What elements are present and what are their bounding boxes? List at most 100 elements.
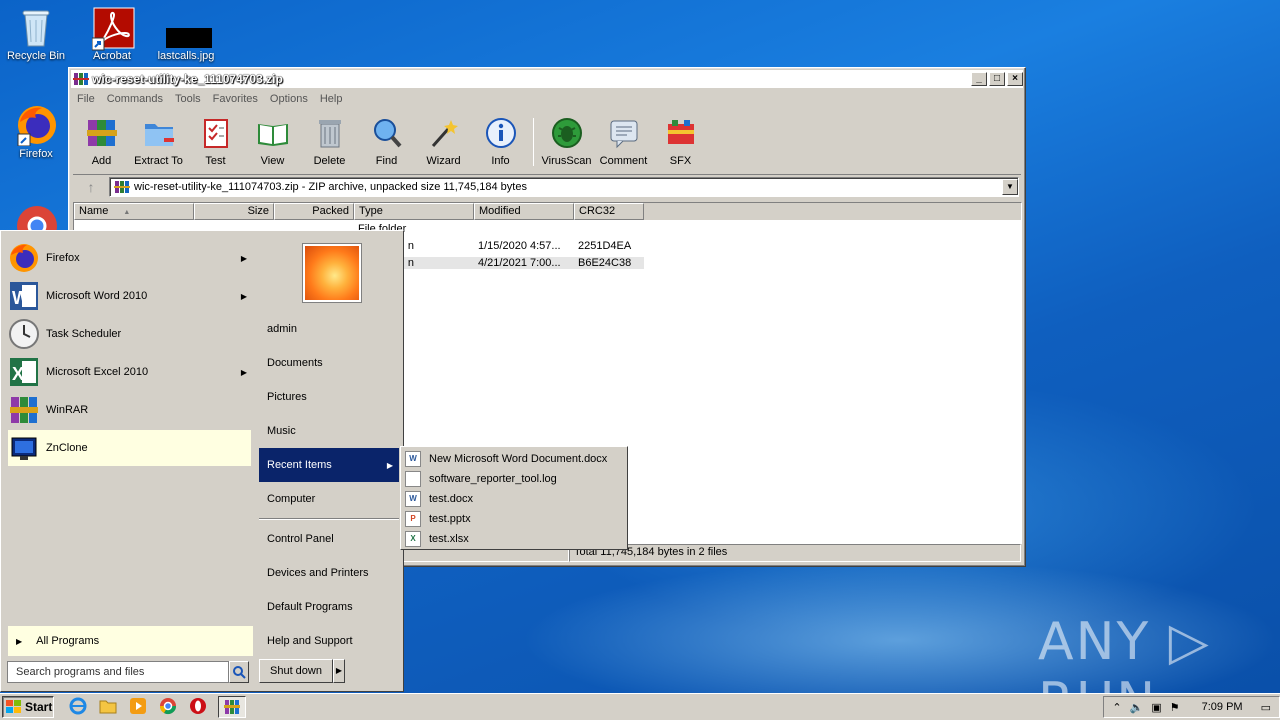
- place-music[interactable]: Music: [259, 414, 399, 448]
- trash-icon: [318, 120, 341, 148]
- svg-text:W: W: [12, 288, 29, 308]
- address-field[interactable]: wic-reset-utility-ke_111074703.zip - ZIP…: [109, 176, 1019, 197]
- add-archive-icon: [86, 120, 117, 146]
- user-avatar[interactable]: [303, 244, 361, 302]
- close-button[interactable]: ×: [1007, 72, 1023, 86]
- column-size[interactable]: Size: [194, 203, 274, 220]
- place-recent-items[interactable]: Recent Items ▶: [259, 448, 399, 482]
- program-label: WinRAR: [46, 404, 89, 416]
- explorer-folder-icon[interactable]: [98, 696, 118, 716]
- show-hidden-icons-icon[interactable]: ⌃: [1112, 701, 1121, 714]
- program-word[interactable]: W Microsoft Word 2010 ▶: [8, 278, 251, 314]
- desktop-icon-recycle-bin[interactable]: Recycle Bin: [0, 6, 72, 63]
- find-button[interactable]: Find: [358, 112, 415, 172]
- program-label: Task Scheduler: [46, 328, 122, 340]
- recent-item-label: New Microsoft Word Document.docx: [429, 453, 608, 465]
- title-bar[interactable]: wic-reset-utility-ke_111074703.zip _ □ ×: [71, 70, 1023, 88]
- start-menu-places: admin Documents Pictures Music Recent It…: [255, 234, 401, 658]
- program-task-scheduler[interactable]: Task Scheduler: [8, 316, 251, 352]
- taskbar: Start ⌃ 🔈 ▣ ⚑ 7:09 PM ▭: [0, 693, 1280, 720]
- recent-items-menu[interactable]: W New Microsoft Word Document.docx softw…: [400, 446, 628, 550]
- recent-item[interactable]: X test.xlsx: [403, 529, 625, 549]
- all-programs[interactable]: ▶ All Programs: [8, 626, 253, 656]
- menu-favorites[interactable]: Favorites: [207, 93, 264, 105]
- chevron-down-icon[interactable]: ▼: [1002, 178, 1018, 195]
- winrar-taskbar-icon[interactable]: [218, 696, 246, 718]
- toolbar: Add Extract To Test View Delete Find Wiz…: [73, 112, 1021, 172]
- test-clipboard-icon: [203, 119, 228, 148]
- place-devices-printers[interactable]: Devices and Printers: [259, 556, 399, 590]
- test-button[interactable]: Test: [187, 112, 244, 172]
- program-znclone[interactable]: ZnClone: [8, 430, 251, 466]
- cell-modified: 1/15/2020 4:57...: [478, 239, 561, 252]
- media-player-icon[interactable]: [128, 696, 148, 716]
- archive-icon: [114, 180, 130, 193]
- action-center-icon[interactable]: ⚑: [1170, 701, 1180, 714]
- start-menu[interactable]: Firefox ▶ W Microsoft Word 2010 ▶ Task S…: [0, 230, 404, 692]
- shutdown-button[interactable]: Shut down: [259, 659, 333, 683]
- search-input[interactable]: Search programs and files: [7, 661, 229, 683]
- tool-label: Extract To: [134, 155, 183, 167]
- search-icon[interactable]: [229, 661, 249, 683]
- recent-item[interactable]: software_reporter_tool.log: [403, 469, 625, 489]
- network-icon[interactable]: ▣: [1151, 701, 1161, 714]
- desktop-icon-firefox[interactable]: Firefox: [0, 104, 72, 161]
- column-crc32[interactable]: CRC32: [574, 203, 644, 220]
- virusscan-button[interactable]: VirusScan: [538, 112, 595, 172]
- delete-button[interactable]: Delete: [301, 112, 358, 172]
- opera-icon[interactable]: [188, 696, 208, 716]
- recent-item[interactable]: W New Microsoft Word Document.docx: [403, 449, 625, 469]
- program-winrar[interactable]: WinRAR: [8, 392, 251, 428]
- recent-item[interactable]: W test.docx: [403, 489, 625, 509]
- column-packed[interactable]: Packed: [274, 203, 354, 220]
- word-doc-icon: W: [405, 491, 421, 507]
- desktop-icon-lastcalls[interactable]: lastcalls.jpg: [150, 6, 222, 63]
- place-pictures[interactable]: Pictures: [259, 380, 399, 414]
- folder-icon: [144, 124, 174, 146]
- place-default-programs[interactable]: Default Programs: [259, 590, 399, 624]
- info-button[interactable]: Info: [472, 112, 529, 172]
- maximize-button[interactable]: □: [989, 72, 1005, 86]
- volume-icon[interactable]: 🔈: [1130, 701, 1144, 714]
- place-computer[interactable]: Computer: [259, 482, 399, 516]
- show-desktop-icon[interactable]: ▭: [1261, 701, 1271, 714]
- program-excel[interactable]: X Microsoft Excel 2010 ▶: [8, 354, 251, 390]
- menu-commands[interactable]: Commands: [101, 93, 169, 105]
- ie-icon[interactable]: [68, 696, 88, 716]
- sfx-icon: [667, 120, 694, 144]
- column-modified[interactable]: Modified: [474, 203, 574, 220]
- menu-tools[interactable]: Tools: [169, 93, 207, 105]
- extract-to-button[interactable]: Extract To: [130, 112, 187, 172]
- recent-item-label: test.pptx: [429, 513, 471, 525]
- chrome-icon[interactable]: [158, 696, 178, 716]
- place-admin[interactable]: admin: [259, 312, 399, 346]
- comment-button[interactable]: Comment: [595, 112, 652, 172]
- add-button[interactable]: Add: [73, 112, 130, 172]
- column-headers: Name ▲ Size Packed Type Modified CRC32: [74, 203, 1021, 220]
- menu-file[interactable]: File: [71, 93, 101, 105]
- menu-help[interactable]: Help: [314, 93, 349, 105]
- program-firefox[interactable]: Firefox ▶: [8, 240, 251, 276]
- column-name[interactable]: Name ▲: [74, 203, 194, 220]
- shutdown-options-icon[interactable]: ▶: [333, 659, 345, 683]
- view-button[interactable]: View: [244, 112, 301, 172]
- place-documents[interactable]: Documents: [259, 346, 399, 380]
- menu-options[interactable]: Options: [264, 93, 314, 105]
- clock-icon: [9, 319, 39, 349]
- firefox-icon: [16, 104, 56, 147]
- wizard-button[interactable]: Wizard: [415, 112, 472, 172]
- book-icon: [257, 124, 288, 146]
- minimize-button[interactable]: _: [971, 72, 987, 86]
- start-button[interactable]: Start: [2, 696, 54, 718]
- clock[interactable]: 7:09 PM: [1202, 701, 1243, 713]
- place-help-support[interactable]: Help and Support: [259, 624, 399, 658]
- up-arrow-icon[interactable]: ↑: [73, 179, 109, 195]
- wand-icon: [431, 120, 458, 147]
- recent-item[interactable]: P test.pptx: [403, 509, 625, 529]
- column-type[interactable]: Type: [354, 203, 474, 220]
- place-control-panel[interactable]: Control Panel: [259, 522, 399, 556]
- sfx-button[interactable]: SFX: [652, 112, 709, 172]
- desktop-icon-label: lastcalls.jpg: [157, 50, 215, 62]
- desktop-icon-acrobat[interactable]: Acrobat: [76, 6, 148, 63]
- word-doc-icon: W: [405, 451, 421, 467]
